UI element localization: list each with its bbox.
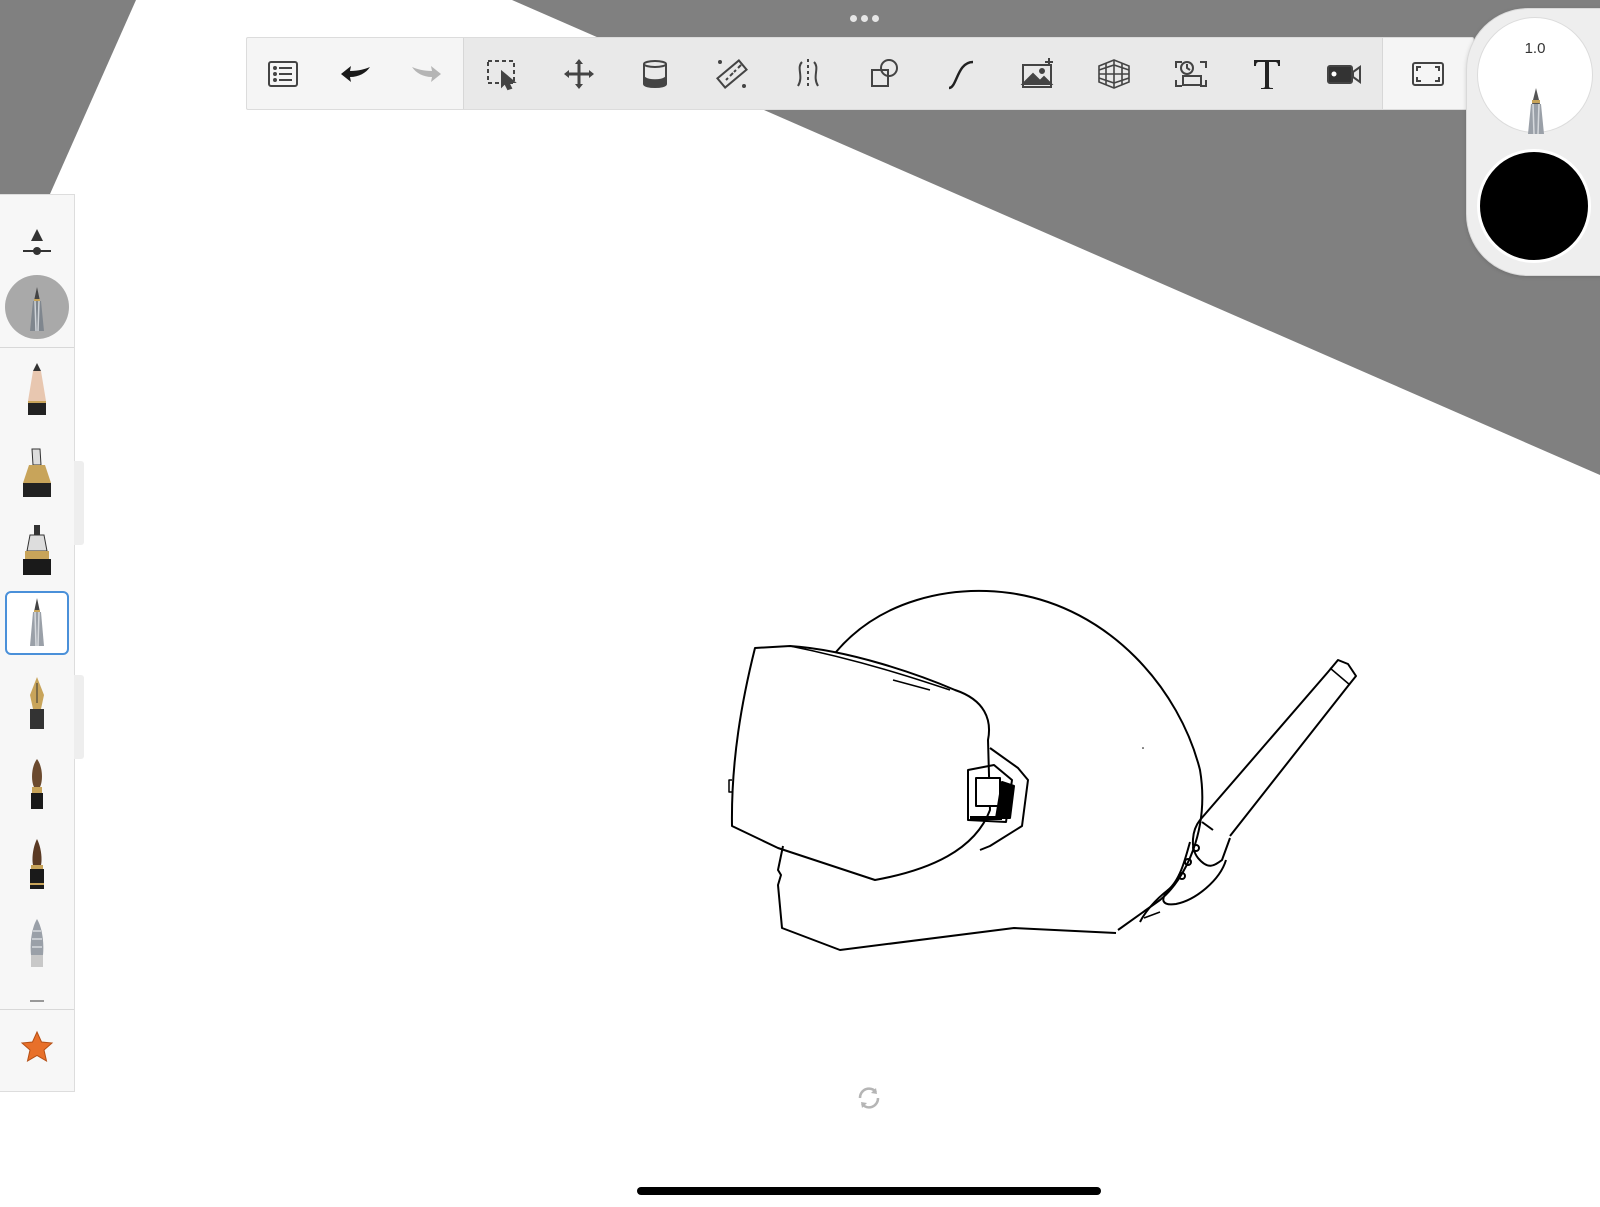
helmet-dome (835, 590, 1204, 931)
transform-icon[interactable] (556, 51, 602, 97)
toolbar-tools-group (463, 38, 1383, 109)
helmet-shell (777, 845, 1117, 951)
undo-icon[interactable] (332, 51, 378, 97)
brush-settings-icon[interactable] (5, 209, 69, 273)
main-toolbar (246, 37, 1474, 110)
text-icon[interactable] (1244, 51, 1290, 97)
fountain-pen-brush-icon[interactable] (5, 671, 69, 735)
goggles (730, 645, 991, 881)
ink-brush-icon[interactable] (5, 831, 69, 895)
toolbar-left-group (247, 38, 463, 109)
sync-icon (858, 1087, 880, 1109)
smudge-brush-icon[interactable] (5, 911, 69, 975)
curve-icon[interactable] (938, 51, 984, 97)
ruler-icon[interactable] (709, 51, 755, 97)
brush-tip-icon (1528, 88, 1544, 135)
toolbar-right-group (1383, 38, 1473, 109)
palette-tab-2[interactable] (74, 675, 84, 759)
marker-brush-icon[interactable] (5, 439, 69, 503)
current-brush-icon[interactable] (5, 275, 69, 339)
paint-brush-icon[interactable] (5, 751, 69, 815)
favorites-star-icon[interactable] (5, 1015, 69, 1079)
selection-icon[interactable] (479, 51, 525, 97)
redo-icon[interactable] (404, 51, 450, 97)
color-swatch[interactable] (1477, 149, 1591, 263)
brush-size-label: 1.0 (1524, 40, 1546, 57)
antenna (1199, 659, 1357, 837)
perspective-grid-icon[interactable] (1091, 51, 1137, 97)
brush-palette (0, 194, 84, 1092)
airbrush-brush-icon[interactable] (5, 517, 69, 581)
time-lapse-icon[interactable] (1168, 51, 1214, 97)
brush-puck-panel: 1.0 (1466, 8, 1600, 276)
video-icon[interactable] (1321, 51, 1367, 97)
brush-size-puck[interactable]: 1.0 (1477, 17, 1593, 135)
toolbar-drag-handle[interactable] (850, 13, 890, 23)
more-brushes-indicator[interactable] (5, 991, 69, 1005)
image-add-icon[interactable] (1015, 51, 1061, 97)
pencil-brush-icon[interactable] (5, 357, 69, 421)
palette-tab[interactable] (74, 461, 84, 545)
fullscreen-icon[interactable] (1405, 51, 1451, 97)
ballpoint-brush-icon[interactable] (5, 591, 69, 655)
canvas-drawing[interactable] (0, 0, 1600, 1207)
fill-icon[interactable] (632, 51, 678, 97)
symmetry-icon[interactable] (785, 51, 831, 97)
shapes-icon[interactable] (862, 51, 908, 97)
list-icon[interactable] (260, 51, 306, 97)
home-indicator[interactable] (637, 1187, 1101, 1195)
